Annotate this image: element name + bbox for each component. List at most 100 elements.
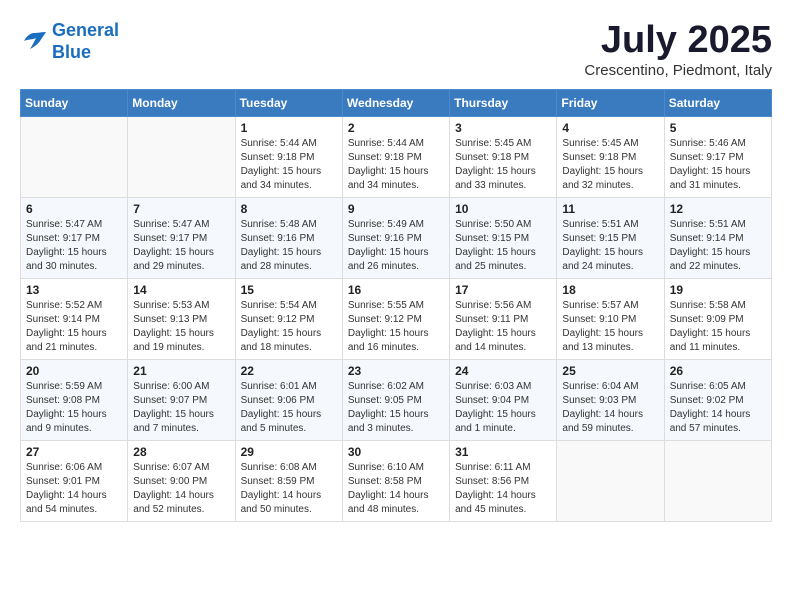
day-number: 5 bbox=[670, 121, 766, 135]
day-content: Sunrise: 5:44 AM Sunset: 9:18 PM Dayligh… bbox=[348, 137, 444, 193]
day-number: 30 bbox=[348, 445, 444, 459]
calendar-cell bbox=[557, 440, 664, 521]
day-content: Sunrise: 5:58 AM Sunset: 9:09 PM Dayligh… bbox=[670, 299, 766, 355]
calendar-cell: 29 Sunrise: 6:08 AM Sunset: 8:59 PM Dayli… bbox=[235, 440, 342, 521]
day-number: 21 bbox=[133, 364, 229, 378]
calendar-cell: 5Sunrise: 5:46 AM Sunset: 9:17 PM Daylig… bbox=[664, 116, 771, 197]
calendar-cell: 25 Sunrise: 6:04 AM Sunset: 9:03 PM Dayli… bbox=[557, 359, 664, 440]
day-number: 15 bbox=[241, 283, 337, 297]
weekday-header-friday: Friday bbox=[557, 89, 664, 116]
day-content: Sunrise: 6:11 AM Sunset: 8:56 PM Dayligh… bbox=[455, 461, 551, 517]
calendar-cell: 11Sunrise: 5:51 AM Sunset: 9:15 PM Dayli… bbox=[557, 197, 664, 278]
calendar-cell: 7 Sunrise: 5:47 AM Sunset: 9:17 PM Daylig… bbox=[128, 197, 235, 278]
calendar-cell: 22Sunrise: 6:01 AM Sunset: 9:06 PM Dayli… bbox=[235, 359, 342, 440]
day-number: 19 bbox=[670, 283, 766, 297]
day-content: Sunrise: 5:44 AM Sunset: 9:18 PM Dayligh… bbox=[241, 137, 337, 193]
calendar-cell: 28 Sunrise: 6:07 AM Sunset: 9:00 PM Dayli… bbox=[128, 440, 235, 521]
day-number: 26 bbox=[670, 364, 766, 378]
logo-text-block: General Blue bbox=[52, 20, 119, 63]
day-content: Sunrise: 6:00 AM Sunset: 9:07 PM Dayligh… bbox=[133, 380, 229, 436]
weekday-header-wednesday: Wednesday bbox=[342, 89, 449, 116]
day-content: Sunrise: 5:55 AM Sunset: 9:12 PM Dayligh… bbox=[348, 299, 444, 355]
calendar-cell: 14 Sunrise: 5:53 AM Sunset: 9:13 PM Dayli… bbox=[128, 278, 235, 359]
day-content: Sunrise: 5:52 AM Sunset: 9:14 PM Dayligh… bbox=[26, 299, 122, 355]
calendar-cell: 31Sunrise: 6:11 AM Sunset: 8:56 PM Dayli… bbox=[450, 440, 557, 521]
day-content: Sunrise: 6:08 AM Sunset: 8:59 PM Dayligh… bbox=[241, 461, 337, 517]
day-content: Sunrise: 5:45 AM Sunset: 9:18 PM Dayligh… bbox=[455, 137, 551, 193]
weekday-header-thursday: Thursday bbox=[450, 89, 557, 116]
day-content: Sunrise: 5:51 AM Sunset: 9:14 PM Dayligh… bbox=[670, 218, 766, 274]
calendar-cell: 26Sunrise: 6:05 AM Sunset: 9:02 PM Dayli… bbox=[664, 359, 771, 440]
day-number: 25 bbox=[562, 364, 658, 378]
day-content: Sunrise: 5:50 AM Sunset: 9:15 PM Dayligh… bbox=[455, 218, 551, 274]
day-number: 4 bbox=[562, 121, 658, 135]
day-number: 18 bbox=[562, 283, 658, 297]
day-number: 13 bbox=[26, 283, 122, 297]
calendar-table: SundayMondayTuesdayWednesdayThursdayFrid… bbox=[20, 89, 772, 522]
calendar-week-row: 20Sunrise: 5:59 AM Sunset: 9:08 PM Dayli… bbox=[21, 359, 772, 440]
day-number: 20 bbox=[26, 364, 122, 378]
day-content: Sunrise: 6:04 AM Sunset: 9:03 PM Dayligh… bbox=[562, 380, 658, 436]
calendar-cell: 30Sunrise: 6:10 AM Sunset: 8:58 PM Dayli… bbox=[342, 440, 449, 521]
day-number: 22 bbox=[241, 364, 337, 378]
calendar-cell: 1 Sunrise: 5:44 AM Sunset: 9:18 PM Daylig… bbox=[235, 116, 342, 197]
calendar-cell: 10Sunrise: 5:50 AM Sunset: 9:15 PM Dayli… bbox=[450, 197, 557, 278]
calendar-week-row: 6 Sunrise: 5:47 AM Sunset: 9:17 PM Daylig… bbox=[21, 197, 772, 278]
calendar-cell: 12 Sunrise: 5:51 AM Sunset: 9:14 PM Dayli… bbox=[664, 197, 771, 278]
day-number: 9 bbox=[348, 202, 444, 216]
calendar-cell: 20Sunrise: 5:59 AM Sunset: 9:08 PM Dayli… bbox=[21, 359, 128, 440]
page-header: General Blue July 2025 Crescentino, Pied… bbox=[20, 20, 772, 79]
calendar-cell: 3 Sunrise: 5:45 AM Sunset: 9:18 PM Daylig… bbox=[450, 116, 557, 197]
day-number: 6 bbox=[26, 202, 122, 216]
day-content: Sunrise: 5:56 AM Sunset: 9:11 PM Dayligh… bbox=[455, 299, 551, 355]
calendar-cell: 9Sunrise: 5:49 AM Sunset: 9:16 PM Daylig… bbox=[342, 197, 449, 278]
calendar-cell: 6 Sunrise: 5:47 AM Sunset: 9:17 PM Daylig… bbox=[21, 197, 128, 278]
day-number: 27 bbox=[26, 445, 122, 459]
weekday-header-saturday: Saturday bbox=[664, 89, 771, 116]
calendar-cell: 2 Sunrise: 5:44 AM Sunset: 9:18 PM Daylig… bbox=[342, 116, 449, 197]
calendar-cell bbox=[21, 116, 128, 197]
day-number: 17 bbox=[455, 283, 551, 297]
day-content: Sunrise: 5:45 AM Sunset: 9:18 PM Dayligh… bbox=[562, 137, 658, 193]
calendar-cell bbox=[664, 440, 771, 521]
calendar-cell: 16 Sunrise: 5:55 AM Sunset: 9:12 PM Dayli… bbox=[342, 278, 449, 359]
calendar-cell: 8 Sunrise: 5:48 AM Sunset: 9:16 PM Daylig… bbox=[235, 197, 342, 278]
day-number: 3 bbox=[455, 121, 551, 135]
day-content: Sunrise: 6:06 AM Sunset: 9:01 PM Dayligh… bbox=[26, 461, 122, 517]
calendar-cell: 19 Sunrise: 5:58 AM Sunset: 9:09 PM Dayli… bbox=[664, 278, 771, 359]
day-content: Sunrise: 5:47 AM Sunset: 9:17 PM Dayligh… bbox=[133, 218, 229, 274]
day-number: 29 bbox=[241, 445, 337, 459]
day-number: 8 bbox=[241, 202, 337, 216]
calendar-cell: 27 Sunrise: 6:06 AM Sunset: 9:01 PM Dayli… bbox=[21, 440, 128, 521]
calendar-cell: 21 Sunrise: 6:00 AM Sunset: 9:07 PM Dayli… bbox=[128, 359, 235, 440]
day-content: Sunrise: 6:07 AM Sunset: 9:00 PM Dayligh… bbox=[133, 461, 229, 517]
calendar-week-row: 13 Sunrise: 5:52 AM Sunset: 9:14 PM Dayli… bbox=[21, 278, 772, 359]
day-number: 28 bbox=[133, 445, 229, 459]
calendar-cell: 18 Sunrise: 5:57 AM Sunset: 9:10 PM Dayli… bbox=[557, 278, 664, 359]
logo-bird-icon bbox=[20, 31, 48, 53]
day-number: 12 bbox=[670, 202, 766, 216]
day-content: Sunrise: 5:47 AM Sunset: 9:17 PM Dayligh… bbox=[26, 218, 122, 274]
calendar-cell bbox=[128, 116, 235, 197]
calendar-cell: 4 Sunrise: 5:45 AM Sunset: 9:18 PM Daylig… bbox=[557, 116, 664, 197]
day-number: 14 bbox=[133, 283, 229, 297]
weekday-header-tuesday: Tuesday bbox=[235, 89, 342, 116]
day-number: 16 bbox=[348, 283, 444, 297]
day-number: 11 bbox=[562, 202, 658, 216]
title-block: July 2025 Crescentino, Piedmont, Italy bbox=[584, 20, 772, 79]
day-content: Sunrise: 5:57 AM Sunset: 9:10 PM Dayligh… bbox=[562, 299, 658, 355]
day-number: 1 bbox=[241, 121, 337, 135]
calendar-week-row: 27 Sunrise: 6:06 AM Sunset: 9:01 PM Dayli… bbox=[21, 440, 772, 521]
weekday-header-sunday: Sunday bbox=[21, 89, 128, 116]
day-content: Sunrise: 5:48 AM Sunset: 9:16 PM Dayligh… bbox=[241, 218, 337, 274]
day-content: Sunrise: 5:53 AM Sunset: 9:13 PM Dayligh… bbox=[133, 299, 229, 355]
day-number: 23 bbox=[348, 364, 444, 378]
location: Crescentino, Piedmont, Italy bbox=[584, 62, 772, 79]
day-number: 2 bbox=[348, 121, 444, 135]
logo-line1: General bbox=[52, 20, 119, 40]
calendar-week-row: 1 Sunrise: 5:44 AM Sunset: 9:18 PM Daylig… bbox=[21, 116, 772, 197]
logo-line2: Blue bbox=[52, 42, 91, 62]
calendar-cell: 24Sunrise: 6:03 AM Sunset: 9:04 PM Dayli… bbox=[450, 359, 557, 440]
day-number: 7 bbox=[133, 202, 229, 216]
day-content: Sunrise: 5:54 AM Sunset: 9:12 PM Dayligh… bbox=[241, 299, 337, 355]
